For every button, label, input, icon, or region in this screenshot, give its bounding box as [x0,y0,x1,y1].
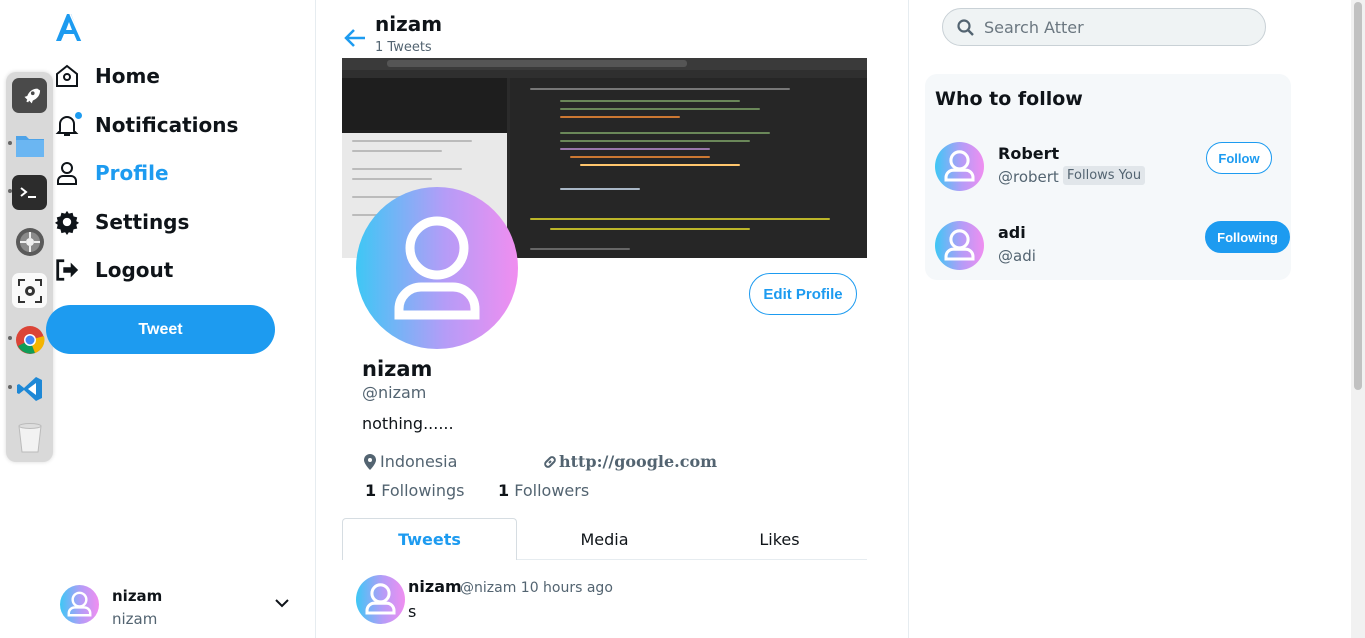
home-icon [54,63,80,89]
screenshot-icon[interactable] [12,273,47,308]
scrollbar-thumb[interactable] [1354,2,1362,390]
tweet-author-name[interactable]: nizam [408,577,462,596]
profile-bio: nothing...... [362,414,454,433]
who-to-follow-title: Who to follow [935,88,1083,110]
right-divider [908,0,909,638]
tab-tweets[interactable]: Tweets [342,518,517,560]
bell-icon [54,112,82,138]
followings-label: Followings [381,481,465,500]
user-icon [54,160,80,186]
tweet-author-handle: @nizam [460,580,517,596]
nav-label-notifications: Notifications [95,113,239,137]
suggestion-name: adi [998,223,1026,242]
avatar [935,221,984,270]
files-icon[interactable] [8,127,47,162]
scrollbar[interactable] [1351,0,1365,638]
follow-suggestion[interactable]: Robert @robert Follows You Follow [935,142,1285,192]
nav-label-home: Home [95,64,160,88]
tweet-body: s [408,602,417,621]
tweet-item[interactable]: nizam @nizam 10 hours ago s [356,575,866,638]
profile-website[interactable]: http://google.com [542,452,717,471]
trash-icon[interactable] [12,420,47,455]
follow-button[interactable]: Follow [1206,142,1272,174]
follow-suggestion[interactable]: adi @adi Following [935,221,1290,271]
followings-count: 1 [365,481,377,500]
profile-handle: @nizam [362,383,427,402]
avatar [935,142,984,191]
system-settings-icon[interactable] [12,224,47,259]
profile-location-text: Indonesia [380,452,458,471]
tweet-button[interactable]: Tweet [46,305,275,354]
nav-item-home[interactable]: Home [54,61,160,91]
left-divider [315,0,316,638]
suggestion-handle: @adi [998,247,1036,265]
terminal-icon[interactable] [8,175,47,210]
tab-likes[interactable]: Likes [692,518,867,560]
avatar [356,575,405,624]
nav-label-settings: Settings [95,210,190,234]
search-icon [957,18,974,36]
account-handle: nizam [112,610,158,628]
account-switcher[interactable]: nizam nizam [60,583,300,628]
following-button[interactable]: Following [1205,221,1290,253]
logout-icon [54,257,80,283]
followings-stat[interactable]: 1 Followings [365,481,465,500]
vscode-icon[interactable] [8,371,47,406]
app-dock [6,72,53,462]
profile-website-text[interactable]: http://google.com [559,452,717,471]
chevron-down-icon [274,595,290,615]
edit-profile-button[interactable]: Edit Profile [749,273,857,315]
back-arrow-icon[interactable] [344,28,366,52]
app-logo[interactable] [54,12,84,46]
notification-dot [75,112,82,119]
link-icon [544,455,556,468]
nav-label-logout: Logout [95,258,174,282]
account-name: nizam [112,587,163,605]
avatar [60,585,99,624]
profile-name: nizam [362,357,433,381]
search-input[interactable] [984,17,1244,37]
gear-icon [54,209,80,235]
search-box [942,8,1266,46]
nav-item-settings[interactable]: Settings [54,207,189,237]
chrome-icon[interactable] [8,322,47,357]
followers-count: 1 [498,481,510,500]
tab-media[interactable]: Media [517,518,692,560]
nav-item-profile[interactable]: Profile [54,158,169,188]
header-tweet-count: 1 Tweets [375,40,432,55]
nav-label-profile: Profile [95,161,169,185]
tweet-meta: @nizam 10 hours ago [460,580,613,596]
who-to-follow-panel: Who to follow Robert @robert Follows You… [925,74,1291,280]
followers-stat[interactable]: 1 Followers [498,481,589,500]
followers-label: Followers [514,481,590,500]
nav-item-notifications[interactable]: Notifications [54,110,238,140]
location-pin-icon [364,453,376,470]
launcher-icon[interactable] [12,78,47,113]
suggestion-name: Robert [998,144,1060,163]
profile-location: Indonesia [363,452,457,471]
nav-item-logout[interactable]: Logout [54,255,173,285]
profile-avatar [356,187,518,349]
tweet-time: 10 hours ago [520,580,613,596]
suggestion-handle: @robert [998,168,1059,186]
header-name: nizam [375,12,443,36]
profile-tabs: Tweets Media Likes [342,518,867,560]
follows-you-badge: Follows You [1063,166,1146,185]
